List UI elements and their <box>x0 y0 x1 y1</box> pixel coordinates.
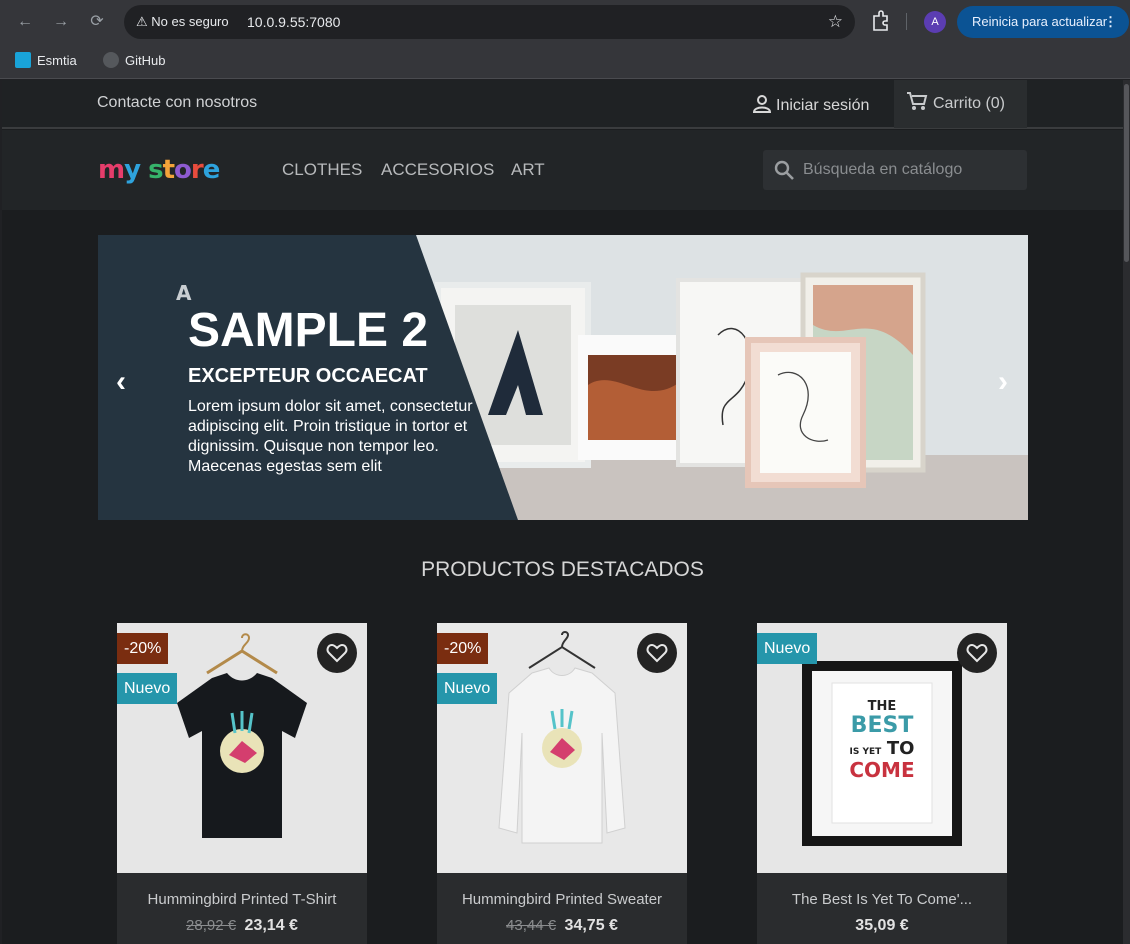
menu-clothes[interactable]: Clothes <box>282 160 362 180</box>
featured-title: Productos destacados <box>421 558 704 581</box>
address-bar[interactable]: ⚠ No es seguro 10.0.9.55:7080 ☆ <box>124 5 855 39</box>
search-box <box>763 150 1027 190</box>
reload-icon[interactable]: ⟳ <box>85 10 109 34</box>
search-icon[interactable] <box>773 159 795 181</box>
slide-subtitle: EXCEPTEUR OCCAECAT <box>188 365 428 387</box>
current-price: 34,75 € <box>564 917 618 934</box>
warning-icon: ⚠ <box>136 14 148 29</box>
slide-text: Lorem ipsum dolor sit amet, consectetur … <box>188 398 473 475</box>
github-icon <box>103 52 119 68</box>
product-name[interactable]: The Best Is Yet To Come'... <box>757 891 1007 908</box>
forward-icon[interactable]: → <box>49 10 73 34</box>
regular-price: 43,44 € <box>506 917 557 934</box>
extensions-icon[interactable] <box>871 10 891 32</box>
carousel-next-icon[interactable]: › <box>998 365 1008 399</box>
heart-icon <box>646 643 668 663</box>
toolbar-divider <box>906 13 907 30</box>
security-indicator[interactable]: ⚠ No es seguro <box>132 10 237 34</box>
store-logo[interactable]: my store <box>98 155 220 185</box>
store-page: Contacte con nosotros Iniciar sesión Car… <box>2 80 1123 944</box>
hero-carousel: A ‹ › SAMPLE 2 EXCEPTEUR OCCAECAT Lorem … <box>98 235 1028 520</box>
cart-icon <box>907 92 928 110</box>
poster-text: THE BEST IS YET TO COME <box>849 699 915 782</box>
wishlist-button[interactable] <box>637 633 677 673</box>
site-header: my store Clothes Accesorios Art <box>2 130 1123 210</box>
profile-avatar[interactable]: A <box>924 11 946 33</box>
update-button[interactable]: Reinicia para actualizar ⋮ <box>957 6 1129 38</box>
product-prices: 43,44 € 34,75 € <box>437 917 687 935</box>
bookmarks-bar: Esmtia GitHub <box>0 44 1130 79</box>
search-input[interactable] <box>803 150 1023 190</box>
heart-icon <box>326 643 348 663</box>
discount-badge: -20% <box>117 633 169 664</box>
menu-accesorios[interactable]: Accesorios <box>381 160 494 180</box>
esemtia-favicon <box>15 52 31 68</box>
regular-price: 28,92 € <box>186 917 237 934</box>
wishlist-button[interactable] <box>957 633 997 673</box>
product-prices: 28,92 € 23,14 € <box>117 917 367 935</box>
product-card[interactable]: -20% Nuevo Hummingbird Printed Sweater 4… <box>437 623 687 944</box>
current-price: 23,14 € <box>244 917 298 934</box>
heart-icon <box>966 643 988 663</box>
url-text[interactable]: 10.0.9.55:7080 <box>247 5 340 39</box>
bookmark-esemtia[interactable]: Esmtia <box>15 52 77 69</box>
browser-toolbar: ← → ⟳ ⚠ No es seguro 10.0.9.55:7080 ☆ A … <box>0 0 1130 44</box>
new-badge: Nuevo <box>437 673 498 704</box>
wishlist-button[interactable] <box>317 633 357 673</box>
bookmark-star-icon[interactable]: ☆ <box>828 10 843 34</box>
login-link[interactable]: Iniciar sesión <box>752 94 869 115</box>
product-card[interactable]: THE BEST IS YET TO COME Nuevo The Best I… <box>757 623 1007 944</box>
user-icon <box>752 95 772 113</box>
current-price: 35,09 € <box>855 917 909 934</box>
product-name[interactable]: Hummingbird Printed T-Shirt <box>117 891 367 908</box>
product-prices: 35,09 € <box>757 917 1007 935</box>
svg-text:A: A <box>176 281 192 305</box>
slide-title: SAMPLE 2 <box>188 304 429 357</box>
menu-kebab-icon[interactable]: ⋮ <box>1104 6 1117 38</box>
back-icon[interactable]: ← <box>13 10 37 34</box>
new-badge: Nuevo <box>117 673 178 704</box>
page-scrollbar[interactable] <box>1123 80 1130 944</box>
menu-art[interactable]: Art <box>511 160 545 180</box>
scrollbar-thumb[interactable] <box>1124 84 1129 262</box>
bookmark-github[interactable]: GitHub <box>103 52 165 69</box>
carousel-prev-icon[interactable]: ‹ <box>116 365 126 399</box>
new-badge: Nuevo <box>757 633 818 664</box>
cart-button[interactable]: Carrito (0) <box>894 80 1027 128</box>
top-nav: Contacte con nosotros Iniciar sesión Car… <box>2 80 1123 129</box>
contact-link[interactable]: Contacte con nosotros <box>97 94 257 112</box>
product-card[interactable]: -20% Nuevo Hummingbird Printed T-Shirt 2… <box>117 623 367 944</box>
discount-badge: -20% <box>437 633 489 664</box>
product-name[interactable]: Hummingbird Printed Sweater <box>437 891 687 908</box>
